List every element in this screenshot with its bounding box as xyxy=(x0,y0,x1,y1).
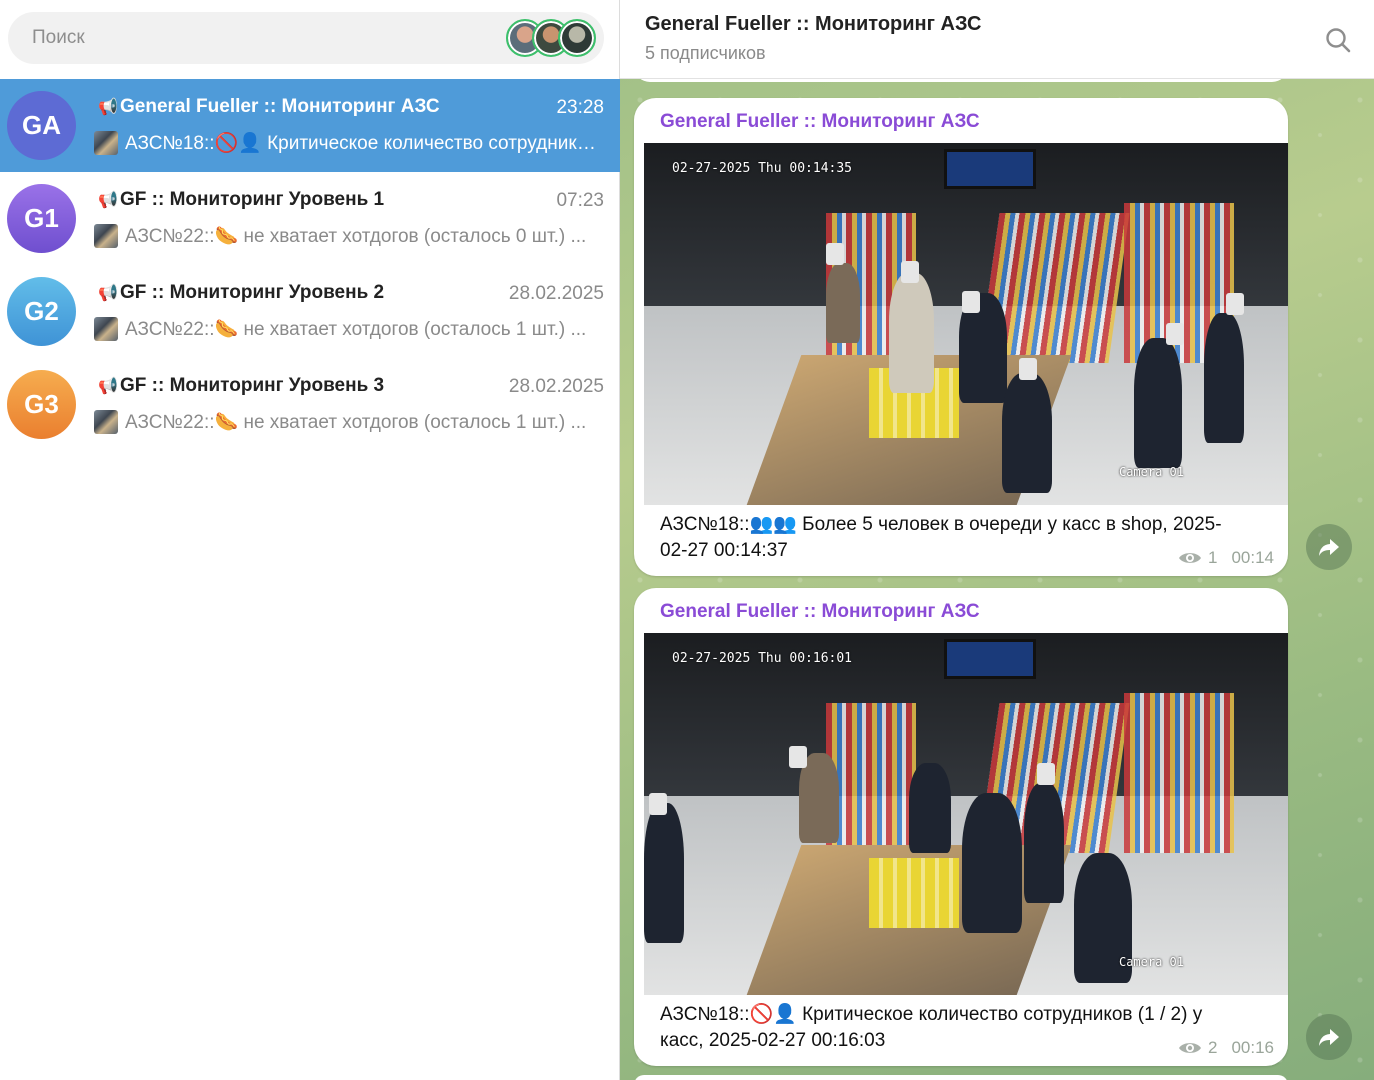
eye-icon xyxy=(1178,553,1201,563)
forward-button[interactable] xyxy=(1306,1014,1352,1060)
conversation-panel: General Fueller :: Мониторинг АЗС 5 подп… xyxy=(620,0,1374,1080)
chat-item-level-2[interactable]: G2 📢 GF :: Мониторинг Уровень 2 28.02.20… xyxy=(0,265,620,358)
stories-strip[interactable] xyxy=(506,19,596,57)
story-avatar[interactable] xyxy=(558,19,596,57)
chat-time: 28.02.2025 xyxy=(508,376,604,397)
photo-thumbnail-icon xyxy=(94,131,118,155)
chat-title: 📢 GF :: Мониторинг Уровень 3 xyxy=(98,375,385,396)
message-text: АЗС№18::👥👥 Более 5 человек в очереди у к… xyxy=(660,514,1222,561)
search-icon[interactable] xyxy=(1324,26,1352,54)
megaphone-icon: 📢 xyxy=(98,192,118,209)
avatar: GA xyxy=(7,91,76,160)
forward-arrow-icon xyxy=(1319,1029,1339,1046)
view-count: 2 xyxy=(1207,1038,1218,1057)
message-meta: 1 00:14 xyxy=(1178,548,1274,568)
camera-snapshot-photo[interactable]: 02-27-2025 Thu 00:16:01 Camera 01 xyxy=(644,633,1288,995)
message-author: General Fueller :: Мониторинг АЗС xyxy=(660,111,980,132)
camera-snapshot-photo[interactable]: 02-27-2025 Thu 00:14:35 Camera 01 xyxy=(644,143,1288,505)
photo-thumbnail-icon xyxy=(94,317,118,341)
forward-arrow-icon xyxy=(1319,539,1339,556)
chat-preview: АЗС№22::🌭 не хватает хотдогов (осталось … xyxy=(94,410,604,434)
avatar: G2 xyxy=(7,277,76,346)
message-author: General Fueller :: Мониторинг АЗС xyxy=(660,601,980,622)
chat-item-level-3[interactable]: G3 📢 GF :: Мониторинг Уровень 3 28.02.20… xyxy=(0,358,620,451)
camera-timestamp: 02-27-2025 Thu 00:16:01 xyxy=(672,651,853,666)
message-text: АЗС№18::🚫👤 Критическое количество сотруд… xyxy=(660,1004,1203,1051)
view-count: 1 xyxy=(1207,548,1218,567)
subscriber-count: 5 подписчиков xyxy=(645,43,766,63)
channel-message[interactable]: General Fueller :: Мониторинг АЗС 02-27-… xyxy=(634,588,1288,1066)
chat-list: GA 📢 General Fueller :: Мониторинг АЗС 2… xyxy=(0,79,620,451)
chat-list-panel: GA 📢 General Fueller :: Мониторинг АЗС 2… xyxy=(0,0,620,1080)
camera-label: Camera 01 xyxy=(1118,955,1184,969)
megaphone-icon: 📢 xyxy=(98,285,118,302)
forward-button[interactable] xyxy=(1306,524,1352,570)
megaphone-icon: 📢 xyxy=(98,378,118,395)
photo-thumbnail-icon xyxy=(94,410,118,434)
chat-time: 07:23 xyxy=(556,190,604,211)
message-meta: 2 00:16 xyxy=(1178,1038,1274,1058)
search-input[interactable] xyxy=(8,12,488,64)
chat-time: 23:28 xyxy=(556,97,604,118)
eye-icon xyxy=(1178,1043,1201,1053)
chat-preview: АЗС№22::🌭 не хватает хотдогов (осталось … xyxy=(94,317,604,341)
avatar: G3 xyxy=(7,370,76,439)
channel-message[interactable]: General Fueller :: Мониторинг АЗС 02-27-… xyxy=(634,98,1288,576)
chat-title: 📢 GF :: Мониторинг Уровень 2 xyxy=(98,282,385,303)
chat-time: 28.02.2025 xyxy=(508,283,604,304)
chat-title: 📢 General Fueller :: Мониторинг АЗС xyxy=(98,96,440,117)
camera-timestamp: 02-27-2025 Thu 00:14:35 xyxy=(672,161,853,176)
conversation-header[interactable]: General Fueller :: Мониторинг АЗС 5 подп… xyxy=(620,0,1374,79)
message-time: 00:16 xyxy=(1231,1038,1274,1057)
message-time: 00:14 xyxy=(1231,548,1274,567)
next-message-edge xyxy=(634,1075,1288,1080)
chat-preview: АЗС№18::🚫👤 Критическое количество сотруд… xyxy=(94,131,604,155)
chat-item-general-fueller[interactable]: GA 📢 General Fueller :: Мониторинг АЗС 2… xyxy=(0,79,620,172)
chat-preview: АЗС№22::🌭 не хватает хотдогов (осталось … xyxy=(94,224,604,248)
avatar: G1 xyxy=(7,184,76,253)
search-bar xyxy=(8,12,604,64)
channel-title: General Fueller :: Мониторинг АЗС xyxy=(645,13,982,35)
camera-label: Camera 01 xyxy=(1118,465,1184,479)
chat-item-level-1[interactable]: G1 📢 GF :: Мониторинг Уровень 1 07:23 АЗ… xyxy=(0,172,620,265)
chat-title: 📢 GF :: Мониторинг Уровень 1 xyxy=(98,189,385,210)
photo-thumbnail-icon xyxy=(94,224,118,248)
megaphone-icon: 📢 xyxy=(98,99,118,116)
